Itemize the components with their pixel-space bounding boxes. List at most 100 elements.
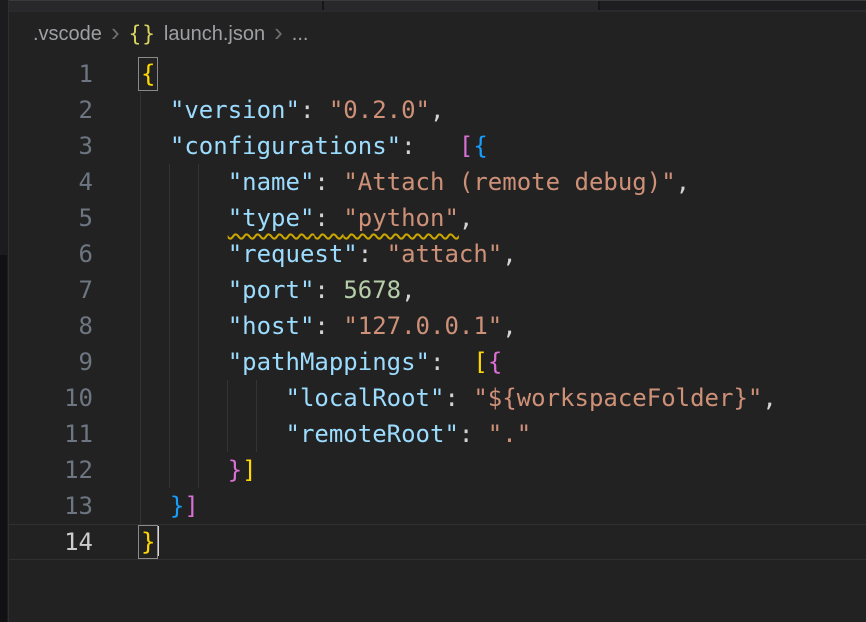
code-text[interactable]: "type": "python", [141, 200, 866, 236]
line-number[interactable]: 11 [9, 416, 141, 452]
line-number[interactable]: 7 [9, 272, 141, 308]
code-token: "port" [228, 276, 315, 304]
line-number[interactable]: 12 [9, 452, 141, 488]
line-number[interactable]: 13 [9, 488, 141, 524]
window-top-edge [0, 0, 866, 1]
code-token: : [314, 276, 343, 304]
editor-pane[interactable]: .vscode › {} launch.json › ... 1{2 "vers… [9, 12, 866, 622]
code-token: : [300, 96, 329, 124]
code-token: : [314, 312, 343, 340]
code-token: , [676, 168, 690, 196]
code-line[interactable]: 2 "version": "0.2.0", [9, 92, 866, 128]
indent-whitespace [141, 456, 228, 484]
code-token: "${workspaceFolder}" [473, 384, 762, 412]
line-number[interactable]: 8 [9, 308, 141, 344]
code-text[interactable]: "port": 5678, [141, 272, 866, 308]
code-line[interactable]: 9 "pathMappings": [{ [9, 344, 866, 380]
tab-separator [322, 0, 324, 10]
line-number[interactable]: 3 [9, 128, 141, 164]
code-text[interactable]: "request": "attach", [141, 236, 866, 272]
code-text[interactable]: "localRoot": "${workspaceFolder}", [141, 380, 866, 416]
code-token: : [401, 132, 459, 160]
line-number[interactable]: 6 [9, 236, 141, 272]
code-token: } [228, 456, 242, 484]
code-text[interactable]: }] [141, 488, 866, 524]
tab-bar[interactable] [9, 0, 866, 10]
code-token: ] [184, 492, 198, 520]
breadcrumb-overflow[interactable]: ... [292, 23, 309, 46]
code-token: [ [473, 348, 487, 376]
code-token: "127.0.0.1" [343, 312, 502, 340]
warning-squiggle: "type": "python" [228, 204, 459, 232]
indent-whitespace [141, 420, 286, 448]
code-text[interactable]: "configurations": [{ [141, 128, 866, 164]
code-token: { [473, 132, 487, 160]
code-token: : [314, 204, 343, 232]
code-line[interactable]: 10 "localRoot": "${workspaceFolder}", [9, 380, 866, 416]
code-token: "." [488, 420, 531, 448]
code-token: : [444, 384, 473, 412]
line-number[interactable]: 2 [9, 92, 141, 128]
chevron-right-icon: › [111, 22, 120, 42]
code-token: "configurations" [170, 132, 401, 160]
indent-whitespace [141, 384, 286, 412]
line-number[interactable]: 5 [9, 200, 141, 236]
code-token: "request" [228, 240, 358, 268]
code-line[interactable]: 8 "host": "127.0.0.1", [9, 308, 866, 344]
code-line[interactable]: 7 "port": 5678, [9, 272, 866, 308]
json-braces-icon: {} [129, 22, 156, 46]
code-token: "0.2.0" [329, 96, 430, 124]
code-token: "type" [228, 204, 315, 232]
code-text[interactable]: } [141, 524, 866, 560]
indent-whitespace [141, 204, 228, 232]
code-line[interactable]: 6 "request": "attach", [9, 236, 866, 272]
indent-whitespace [141, 168, 228, 196]
code-line[interactable]: 3 "configurations": [{ [9, 128, 866, 164]
text-cursor [157, 526, 159, 556]
sidebar-edge [0, 0, 9, 622]
code-token: ] [242, 456, 256, 484]
breadcrumb: .vscode › {} launch.json › ... [9, 12, 866, 56]
breadcrumb-folder[interactable]: .vscode [33, 23, 102, 46]
code-token: , [502, 312, 516, 340]
code-token: { [488, 348, 502, 376]
code-token: "localRoot" [286, 384, 445, 412]
code-token: [ [459, 132, 473, 160]
indent-whitespace [141, 312, 228, 340]
code-line[interactable]: 13 }] [9, 488, 866, 524]
line-number[interactable]: 10 [9, 380, 141, 416]
code-text[interactable]: { [141, 56, 866, 92]
code-text[interactable]: "name": "Attach (remote debug)", [141, 164, 866, 200]
code-line[interactable]: 1{ [9, 56, 866, 92]
matched-bracket: { [141, 60, 155, 88]
breadcrumb-file[interactable]: launch.json [164, 23, 265, 46]
line-number[interactable]: 1 [9, 56, 141, 92]
line-number[interactable]: 4 [9, 164, 141, 200]
code-line[interactable]: 4 "name": "Attach (remote debug)", [9, 164, 866, 200]
matched-bracket: } [141, 528, 155, 556]
code-area[interactable]: 1{2 "version": "0.2.0",3 "configurations… [9, 56, 866, 560]
code-token: : [430, 348, 473, 376]
code-line[interactable]: 14} [9, 524, 866, 560]
code-token: "version" [170, 96, 300, 124]
line-number[interactable]: 14 [9, 524, 141, 560]
code-line[interactable]: 12 }] [9, 452, 866, 488]
line-number[interactable]: 9 [9, 344, 141, 380]
code-token: , [430, 96, 444, 124]
vscode-window: .vscode › {} launch.json › ... 1{2 "vers… [0, 0, 866, 622]
indent-whitespace [141, 348, 228, 376]
code-token: "python" [343, 204, 459, 232]
code-line[interactable]: 11 "remoteRoot": "." [9, 416, 866, 452]
code-token: , [459, 204, 473, 232]
code-token: "attach" [387, 240, 503, 268]
code-token: : [459, 420, 488, 448]
code-token: : [314, 168, 343, 196]
code-text[interactable]: "pathMappings": [{ [141, 344, 866, 380]
code-token: "Attach (remote debug)" [343, 168, 675, 196]
indent-whitespace [141, 132, 170, 160]
code-text[interactable]: "host": "127.0.0.1", [141, 308, 866, 344]
code-line[interactable]: 5 "type": "python", [9, 200, 866, 236]
code-text[interactable]: }] [141, 452, 866, 488]
code-text[interactable]: "remoteRoot": "." [141, 416, 866, 452]
code-text[interactable]: "version": "0.2.0", [141, 92, 866, 128]
